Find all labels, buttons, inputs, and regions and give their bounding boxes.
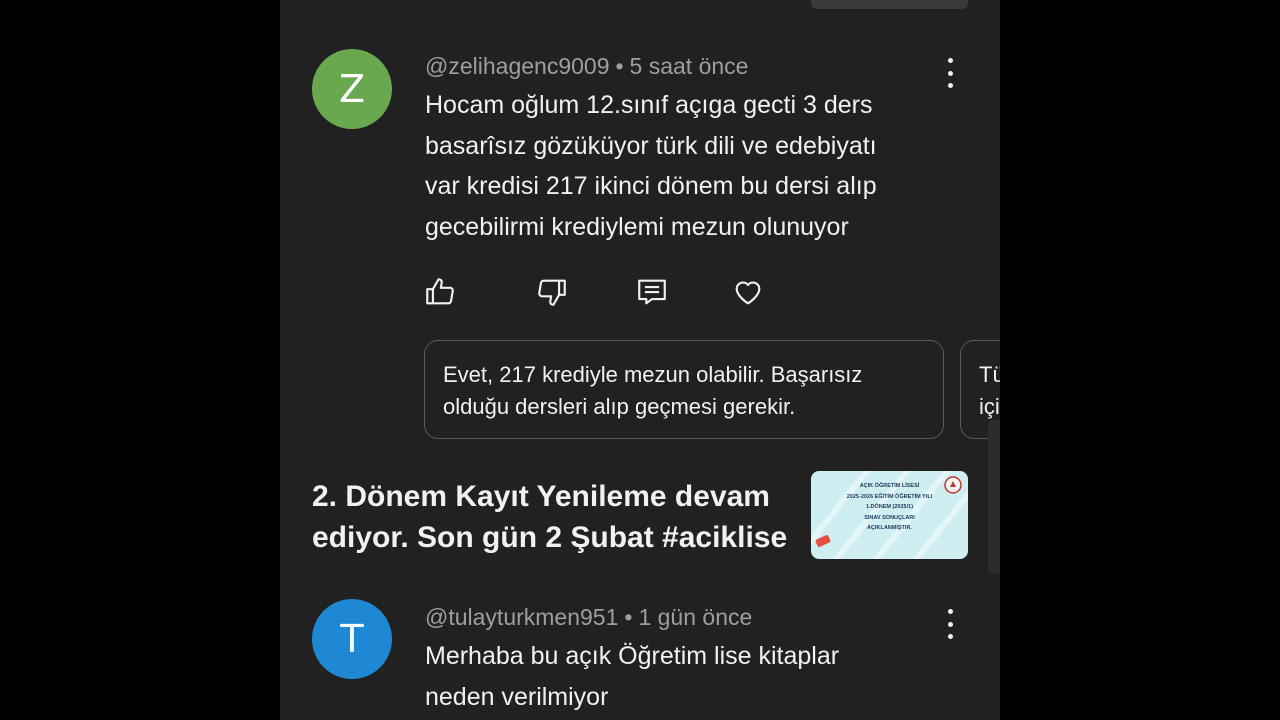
comment-line: var kredisi 217 ikinci dönem bu dersi al… bbox=[425, 172, 877, 200]
comment-username[interactable]: @zelihagenc9009 bbox=[425, 53, 609, 79]
previous-video-thumbnail[interactable] bbox=[811, 0, 968, 9]
thumbs-down-icon[interactable] bbox=[535, 275, 569, 309]
comments-panel: Z @zelihagenc9009 • 5 saat önce Hocam oğlu… bbox=[280, 0, 1000, 720]
meta-separator: • bbox=[624, 604, 633, 630]
comment-text: Hocam oğlum 12.sınıf açıga gecti 3 ders … bbox=[425, 85, 955, 247]
thumb-line: 1.DÖNEM (2025/1) bbox=[865, 504, 914, 510]
avatar[interactable]: T bbox=[312, 599, 392, 679]
thumb-line: SINAV SONUÇLARI bbox=[864, 514, 915, 521]
comment-time: 5 saat önce bbox=[629, 53, 749, 79]
comment-line: Hocam oğlum 12.sınıf açıga gecti 3 ders bbox=[425, 91, 873, 119]
thumbs-up-icon[interactable] bbox=[423, 275, 457, 309]
scrollbar[interactable] bbox=[988, 420, 1000, 574]
more-options-icon[interactable] bbox=[940, 609, 960, 639]
thumb-line: AÇIK ÖĞRETİM LİSESİ bbox=[859, 483, 920, 489]
comment-line: gecebilirmi krediylemi mezun olunuyor bbox=[425, 212, 849, 241]
thumb-line: 2025-2026 EĞİTİM ÖĞRETİM YILI bbox=[846, 493, 933, 500]
comment-line: basarîsız gözüküyor türk dili ve edebiya… bbox=[425, 131, 877, 160]
title-line: 2. Dönem Kayıt Yenileme devam bbox=[312, 480, 770, 513]
comment-meta: @tulayturkmen951 • 1 gün önce bbox=[425, 604, 752, 631]
comment-line: neden verilmiyor bbox=[425, 682, 609, 711]
avatar[interactable]: Z bbox=[312, 49, 392, 129]
comment-line: Merhaba bu açık Öğretim lise kitaplar bbox=[425, 642, 840, 670]
meta-separator: • bbox=[615, 53, 624, 79]
comment-meta: @zelihagenc9009 • 5 saat önce bbox=[425, 53, 748, 80]
heart-icon[interactable] bbox=[731, 275, 765, 309]
linked-video-thumbnail[interactable]: AÇIK ÖĞRETİM LİSESİ 2025-2026 EĞİTİM ÖĞR… bbox=[811, 471, 968, 559]
linked-video-title[interactable]: 2. Dönem Kayıt Yenileme devam ediyor. So… bbox=[312, 476, 792, 558]
more-options-icon[interactable] bbox=[940, 58, 960, 88]
comment-text: Merhaba bu açık Öğretim lise kitaplar ne… bbox=[425, 636, 955, 717]
reply-line: Evet, 217 krediyle mezun olabilir. Başar… bbox=[443, 362, 863, 387]
suggested-reply-chip[interactable]: Evet, 217 krediyle mezun olabilir. Başar… bbox=[424, 340, 944, 439]
comment-username[interactable]: @tulayturkmen951 bbox=[425, 604, 618, 630]
title-line: ediyor. Son gün 2 Şubat #aciklise bbox=[312, 521, 788, 554]
reply-line: Tü bbox=[979, 362, 1000, 387]
comment-icon[interactable] bbox=[635, 275, 669, 309]
thumb-line: AÇIKLANMIŞTIR. bbox=[867, 525, 912, 531]
reply-line: içi bbox=[979, 394, 1000, 419]
reply-line: olduğu dersleri alıp geçmesi gerekir. bbox=[443, 394, 796, 419]
comment-time: 1 gün önce bbox=[638, 604, 753, 630]
thumbnail-text: AÇIK ÖĞRETİM LİSESİ 2025-2026 EĞİTİM ÖĞR… bbox=[811, 481, 968, 534]
